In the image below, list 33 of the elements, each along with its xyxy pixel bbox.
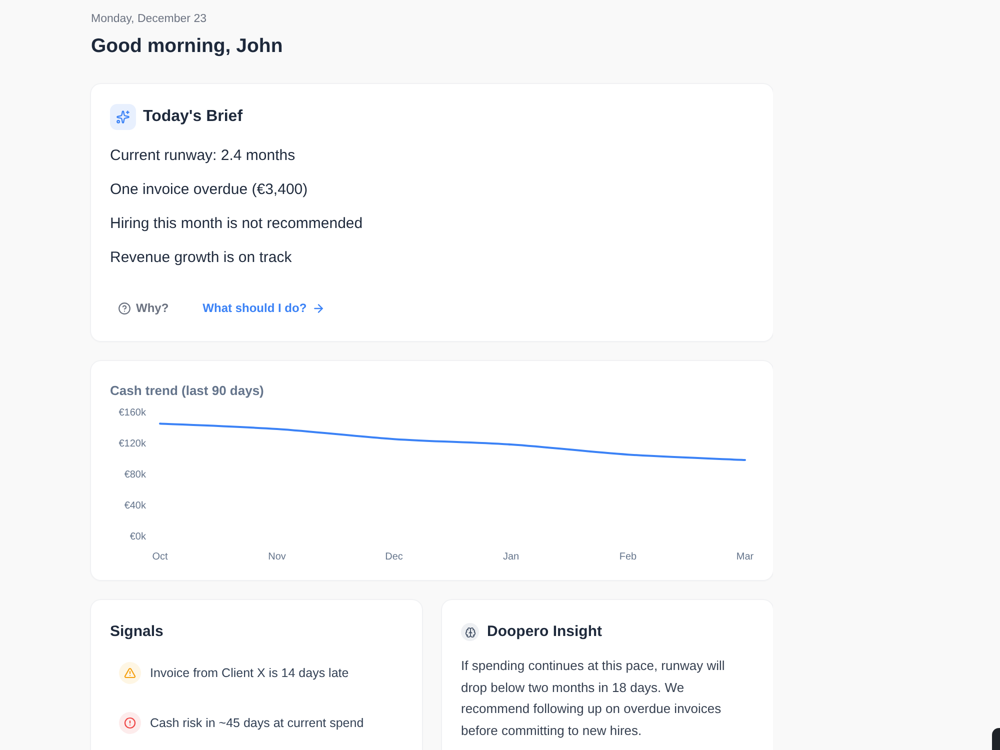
arrow-right-icon — [312, 302, 325, 314]
x-axis-label: Nov — [268, 552, 286, 562]
what-should-i-do-link[interactable]: What should I do? — [192, 294, 335, 322]
insight-text: If spending continues at this pace, runway will drop below two months in 18 days. We recommend following up on overdue invoices before committing to new hires. — [461, 657, 726, 740]
signals-heading: Signals — [110, 622, 164, 642]
greeting-heading: Good morning, John — [91, 34, 284, 59]
date-label: Monday, December 23 — [91, 12, 208, 26]
insight-heading: Doopero Insight — [487, 622, 602, 642]
chart-title: Cash trend (last 90 days) — [110, 382, 265, 400]
x-axis-label: Feb — [619, 552, 637, 562]
y-axis-label: €40k — [124, 500, 146, 512]
signal-text: Cash risk in ~45 days at current spend — [150, 715, 364, 732]
x-axis-label: Oct — [152, 552, 168, 562]
alert-icon — [119, 712, 141, 734]
brain-icon — [461, 623, 479, 641]
y-axis-label: €160k — [118, 408, 146, 418]
brief-item: Current runway: 2.4 months — [110, 146, 296, 166]
x-axis-label: Dec — [385, 552, 403, 562]
floating-button[interactable] — [992, 728, 1000, 750]
y-axis-label: €120k — [118, 438, 146, 450]
signal-text: Invoice from Client X is 14 days late — [150, 665, 349, 682]
y-axis-label: €80k — [124, 470, 146, 480]
warning-icon — [119, 662, 141, 684]
sparkle-icon — [110, 104, 136, 130]
brief-item: One invoice overdue (€3,400) — [110, 180, 309, 200]
why-button[interactable]: Why? — [108, 294, 179, 322]
help-icon — [118, 302, 131, 314]
x-axis-label: Jan — [502, 552, 520, 562]
brief-item: Revenue growth is on track — [110, 248, 293, 268]
x-axis-label: Mar — [736, 552, 754, 562]
brief-title: Today's Brief — [143, 107, 243, 127]
brief-item: Hiring this month is not recommended — [110, 214, 364, 234]
y-axis-label: €0k — [130, 532, 146, 542]
